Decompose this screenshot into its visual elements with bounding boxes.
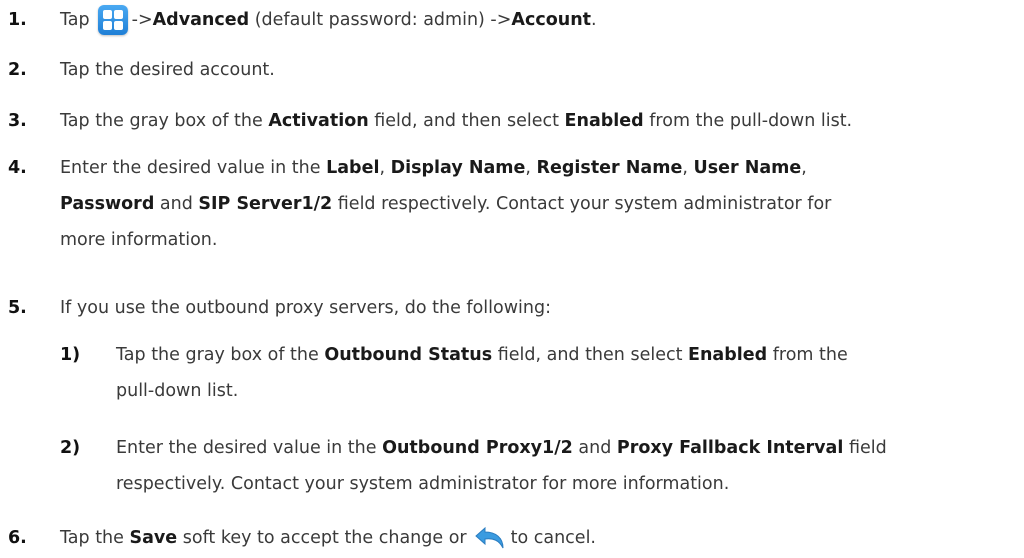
step-text-segment: (default password: admin) -> — [249, 10, 512, 30]
step-text-bold: Account — [511, 10, 592, 30]
step-text-bold: Advanced — [152, 10, 250, 30]
step-text-segment: pull-down list. — [116, 381, 239, 401]
step-number: 6. — [8, 528, 27, 548]
step-text-bold: Save — [129, 528, 178, 548]
step-text-segment: respectively. Contact your system admini… — [116, 474, 730, 494]
step-text-segment: field — [843, 438, 887, 458]
step-text: If you use the outbound proxy servers, d… — [60, 290, 1016, 326]
substep-text: Enter the desired value in the Outbound … — [116, 430, 1024, 502]
step-text-bold: User Name — [693, 158, 802, 178]
step-text-segment: to cancel. — [510, 528, 596, 548]
step-text-segment: Tap the gray box of the — [60, 111, 269, 131]
step-text-segment: more information. — [60, 230, 218, 250]
back-arrow-icon — [474, 526, 504, 549]
step-text: Tap the gray box of the Activation field… — [60, 103, 1016, 139]
step-text-bold: Outbound Status — [324, 345, 493, 365]
step-text-bold: Register Name — [536, 158, 683, 178]
step-text-segment: Tap the desired account. — [60, 60, 275, 80]
step-text-segment: from the — [767, 345, 848, 365]
step-text-segment: -> — [131, 10, 153, 30]
instruction-document: 1. Tap ->Advanced (default password: admi… — [0, 0, 1024, 558]
step-text-segment: , — [525, 158, 537, 178]
step-number: 5. — [8, 298, 27, 318]
step-text-bold: SIP Server1/2 — [198, 194, 333, 214]
step-number: 4. — [8, 158, 27, 178]
step-text-segment: from the pull-down list. — [643, 111, 853, 131]
step-text-segment: Tap the gray box of the — [116, 345, 325, 365]
step-text: Enter the desired value in the Label, Di… — [60, 150, 1016, 258]
step-text-bold: Enabled — [564, 111, 644, 131]
step-text-segment: , — [682, 158, 694, 178]
step-text-segment: and — [572, 438, 617, 458]
step-text-segment: field, and then select — [368, 111, 565, 131]
step-text-segment: , — [379, 158, 391, 178]
step-text-segment: Tap the — [60, 528, 130, 548]
step-text-segment: If you use the outbound proxy servers, d… — [60, 298, 551, 318]
step-text: Tap the desired account. — [60, 52, 1016, 88]
menu-grid-icon — [97, 5, 128, 35]
step-text-bold: Outbound Proxy1/2 — [382, 438, 573, 458]
substep-number: 2) — [60, 438, 81, 458]
step-text: Tap the Save soft key to accept the chan… — [60, 520, 1016, 556]
step-text-bold: Password — [60, 194, 155, 214]
step-text-bold: Enabled — [688, 345, 768, 365]
step-text-segment: Enter the desired value in the — [116, 438, 383, 458]
step-number: 2. — [8, 60, 27, 80]
substep-text: Tap the gray box of the Outbound Status … — [116, 337, 1024, 409]
step-number: 3. — [8, 111, 27, 131]
step-text-segment: soft key to accept the change or — [177, 528, 467, 548]
substep-number: 1) — [60, 345, 81, 365]
step-text-segment: field respectively. Contact your system … — [332, 194, 832, 214]
step-text-segment: Tap — [60, 10, 90, 30]
step-text-segment: . — [591, 10, 597, 30]
step-text: Tap ->Advanced (default password: admin) … — [60, 2, 1016, 38]
step-number: 1. — [8, 10, 27, 30]
step-text-segment: Enter the desired value in the — [60, 158, 327, 178]
step-text-segment: and — [154, 194, 199, 214]
step-text-bold: Label — [326, 158, 380, 178]
step-text-bold: Activation — [268, 111, 369, 131]
step-text-bold: Display Name — [390, 158, 526, 178]
step-text-segment: , — [801, 158, 807, 178]
step-text-bold: Proxy Fallback Interval — [616, 438, 844, 458]
step-text-segment: field, and then select — [492, 345, 689, 365]
